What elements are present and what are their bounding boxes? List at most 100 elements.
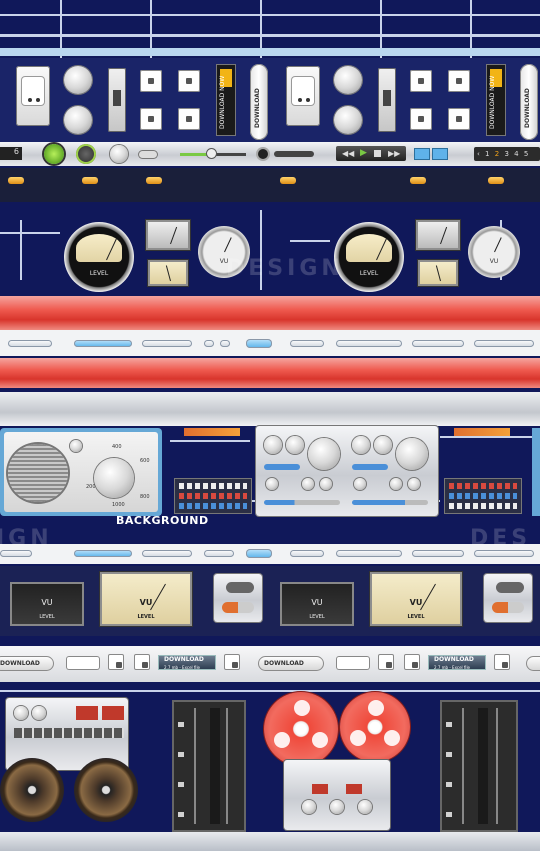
seek-handle[interactable]	[207, 149, 216, 158]
wall-switch[interactable]	[178, 108, 200, 130]
download-now-box[interactable]: DOWNLOAD NOW	[486, 64, 506, 136]
ui-button[interactable]	[142, 550, 192, 557]
ui-button[interactable]	[412, 550, 464, 557]
small-switch[interactable]	[494, 654, 510, 670]
ui-button[interactable]	[204, 550, 234, 557]
small-knob[interactable]	[70, 440, 82, 452]
fast-forward-icon[interactable]: ▶▶	[388, 149, 400, 158]
mixer-knob[interactable]	[352, 436, 370, 454]
mixer-knob[interactable]	[264, 436, 282, 454]
mixer-knob[interactable]	[354, 478, 366, 490]
download-now-box[interactable]: DOWNLOAD NOW	[216, 64, 236, 136]
small-switch[interactable]	[108, 654, 124, 670]
volume-knob[interactable]	[110, 145, 128, 163]
toggle-switch[interactable]	[222, 602, 254, 613]
slider-track[interactable]	[352, 500, 428, 505]
orange-tab[interactable]	[82, 177, 98, 184]
slider-track[interactable]	[352, 464, 388, 470]
download-pill[interactable]	[526, 656, 540, 671]
ui-button[interactable]	[204, 340, 214, 347]
toggle-switch[interactable]	[336, 656, 370, 670]
small-switch[interactable]	[378, 654, 394, 670]
mixer-knob[interactable]	[320, 478, 332, 490]
deck-knob[interactable]	[32, 706, 46, 720]
ui-button[interactable]	[8, 340, 52, 347]
orange-tab[interactable]	[280, 177, 296, 184]
ui-button[interactable]	[0, 550, 32, 557]
slider-track[interactable]	[264, 500, 340, 505]
mixer-knob[interactable]	[266, 478, 278, 490]
orange-tab[interactable]	[410, 177, 426, 184]
record-button[interactable]	[258, 149, 268, 159]
background-caption: BACKGROUND	[116, 514, 209, 527]
small-switch[interactable]	[404, 654, 420, 670]
download-pill[interactable]: DOWNLOAD	[0, 656, 54, 671]
mixer-knob[interactable]	[286, 436, 304, 454]
ui-button[interactable]	[474, 550, 534, 557]
mixer-knob[interactable]	[390, 478, 402, 490]
page-number[interactable]: 5	[524, 150, 528, 158]
ui-button[interactable]	[74, 550, 132, 557]
rewind-icon[interactable]: ◀◀	[342, 149, 354, 158]
circuit-breaker-switch[interactable]	[108, 68, 126, 132]
orange-tab[interactable]	[488, 177, 504, 184]
wall-switch[interactable]	[448, 70, 470, 92]
ui-button[interactable]	[474, 340, 534, 347]
small-switch[interactable]	[224, 654, 240, 670]
mixer-knob[interactable]	[374, 436, 392, 454]
page-number[interactable]: 4	[514, 150, 518, 158]
ui-button[interactable]	[74, 340, 132, 347]
page-number[interactable]: 1	[485, 150, 489, 158]
ui-button[interactable]	[336, 550, 402, 557]
ui-button[interactable]	[220, 340, 230, 347]
toggle-switch[interactable]	[492, 602, 524, 613]
deck-knob[interactable]	[14, 706, 28, 720]
orange-tab[interactable]	[146, 177, 162, 184]
mail-icon[interactable]	[432, 148, 448, 160]
stop-icon[interactable]	[374, 150, 381, 157]
ui-button[interactable]	[142, 340, 192, 347]
ui-button[interactable]	[246, 339, 272, 348]
mail-icon[interactable]	[414, 148, 430, 160]
ui-button[interactable]	[246, 549, 272, 558]
wall-switch[interactable]	[178, 70, 200, 92]
ui-button[interactable]	[290, 550, 324, 557]
download-pill[interactable]: DOWNLOAD	[520, 64, 538, 140]
deck-knob[interactable]	[330, 800, 344, 814]
small-switch[interactable]	[134, 654, 150, 670]
deck-knob[interactable]	[358, 800, 372, 814]
mixer-knob[interactable]	[308, 438, 340, 470]
orange-tab[interactable]	[8, 177, 24, 184]
power-icon[interactable]	[76, 144, 96, 164]
ui-button[interactable]	[412, 340, 464, 347]
wall-switch[interactable]	[140, 108, 162, 130]
deck-knob[interactable]	[302, 800, 316, 814]
wall-switch[interactable]	[140, 70, 162, 92]
slider-track[interactable]	[264, 464, 300, 470]
mixer-knob[interactable]	[396, 438, 428, 470]
download-button[interactable]: DOWNLOAD 2.7 mb - Excel file	[158, 655, 216, 670]
download-pill[interactable]: DOWNLOAD	[250, 64, 268, 140]
wall-switch[interactable]	[410, 70, 432, 92]
power-icon[interactable]	[44, 144, 64, 164]
circuit-breaker-switch[interactable]	[378, 68, 396, 132]
download-pill[interactable]: DOWNLOAD	[258, 656, 324, 671]
wall-switch[interactable]	[448, 108, 470, 130]
page-number[interactable]: 3	[504, 150, 508, 158]
toggle-switch[interactable]	[66, 656, 100, 670]
toggle-switch[interactable]	[496, 582, 524, 593]
page-number[interactable]: 2	[495, 150, 499, 158]
ui-button[interactable]	[336, 340, 402, 347]
deck-button-row[interactable]	[14, 728, 124, 738]
page-prev-icon[interactable]: ‹	[477, 150, 480, 158]
play-icon[interactable]: ▶	[360, 148, 367, 158]
wall-switch[interactable]	[410, 108, 432, 130]
toggle-switch[interactable]	[138, 150, 158, 159]
mixer-knob[interactable]	[408, 478, 420, 490]
mixer-knob[interactable]	[302, 478, 314, 490]
tuning-knob[interactable]	[94, 458, 134, 498]
ui-button[interactable]	[290, 340, 324, 347]
balance-slider[interactable]	[274, 151, 314, 157]
download-button[interactable]: DOWNLOAD 2.7 mb - Excel file	[428, 655, 486, 670]
toggle-switch[interactable]	[226, 582, 254, 593]
